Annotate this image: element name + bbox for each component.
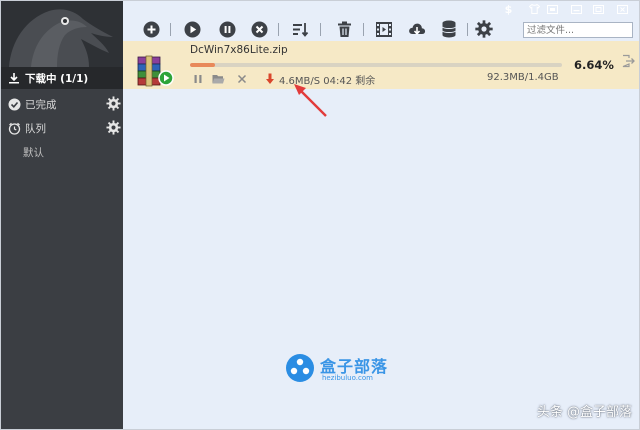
task-size: 92.3MB/1.4GB [487, 72, 559, 83]
download-task-row[interactable]: DcWin7x86Lite.zip 6.64% 4.6MB/S 04:42 剩余… [123, 41, 639, 89]
search-input[interactable] [523, 22, 633, 38]
gear-icon[interactable] [106, 120, 121, 135]
pause-icon[interactable] [218, 20, 236, 38]
archive-file-icon [136, 55, 176, 87]
mini-mode-icon[interactable] [545, 3, 560, 15]
progress-bar-fill [190, 63, 215, 67]
source-credit: 头条 @盒子部落 [536, 405, 632, 420]
gear-icon[interactable] [475, 20, 493, 38]
task-cancel-icon[interactable] [235, 73, 248, 85]
task-speed-remaining: 4.6MB/S 04:42 剩余 [279, 76, 376, 87]
task-percent: 6.64% [574, 58, 614, 72]
download-arrow-icon [263, 73, 276, 85]
gear-icon[interactable] [106, 96, 121, 111]
download-icon [7, 71, 21, 85]
progress-bar [190, 63, 562, 67]
sidebar-item-label: 默认 [23, 146, 44, 159]
stop-icon[interactable] [250, 20, 268, 38]
sidebar-item-label: 下载中 (1/1) [25, 72, 89, 85]
sidebar-item-completed[interactable]: 已完成 [1, 93, 123, 115]
watermark-badge-icon [286, 354, 314, 382]
sidebar-item-label: 已完成 [25, 98, 57, 111]
check-circle-icon [7, 97, 21, 111]
sort-icon[interactable] [291, 20, 309, 38]
toolbar-divider [278, 23, 279, 36]
close-icon[interactable] [615, 3, 630, 15]
watermark-subtitle: hezibuluo.com [322, 374, 373, 382]
watermark-logo: 盒子部落 hezibuluo.com [286, 350, 406, 384]
shirt-icon[interactable] [527, 3, 542, 15]
toolbar-divider [170, 23, 171, 36]
sidebar-item-queue[interactable]: 队列 [1, 117, 123, 139]
eagle-logo [1, 1, 123, 67]
sidebar-item-label: 队列 [25, 122, 46, 135]
task-pause-icon[interactable] [191, 73, 204, 85]
open-external-icon[interactable] [621, 54, 635, 68]
database-icon[interactable] [440, 20, 458, 38]
play-icon[interactable] [183, 20, 201, 38]
sidebar: 下载中 (1/1) 已完成 队列 默认 [1, 1, 123, 429]
trash-icon[interactable] [335, 20, 353, 38]
sidebar-item-default[interactable]: 默认 [1, 141, 123, 163]
cloud-download-icon[interactable] [408, 20, 426, 38]
minimize-icon[interactable] [569, 3, 584, 15]
toolbar-divider [320, 23, 321, 36]
video-icon[interactable] [375, 20, 393, 38]
task-filename: DcWin7x86Lite.zip [190, 44, 288, 56]
folder-icon[interactable] [212, 73, 225, 85]
toolbar-divider [363, 23, 364, 36]
main-panel: $ 过滤文件... DcWin7x86Lite.zip 6.64% 4.6MB/… [123, 1, 639, 429]
toolbar-divider [467, 23, 468, 36]
sponsor-icon[interactable]: $ [501, 3, 516, 16]
maximize-icon[interactable] [591, 3, 606, 15]
add-icon[interactable] [142, 20, 160, 38]
sidebar-item-downloading[interactable]: 下载中 (1/1) [1, 67, 123, 89]
toolbar: $ [123, 1, 639, 41]
alarm-clock-icon [7, 121, 21, 135]
